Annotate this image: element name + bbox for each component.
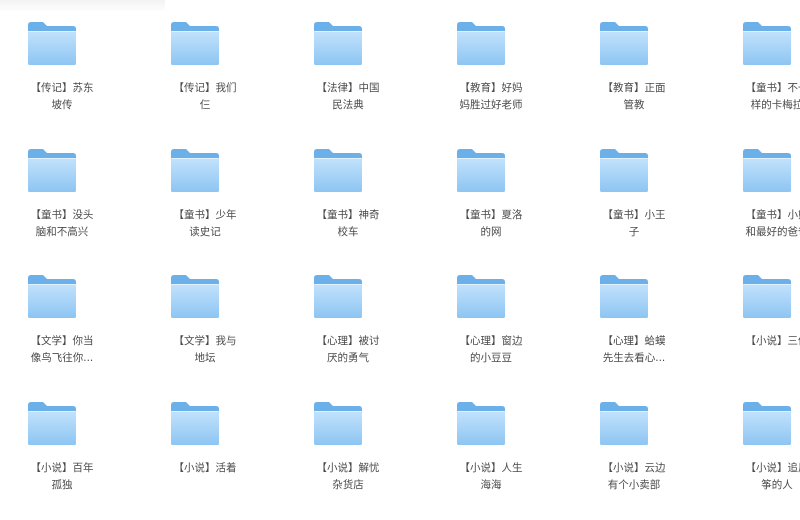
folder-icon — [457, 22, 505, 65]
folder-label: 【童书】神奇 校车 — [316, 209, 380, 238]
folder-item-15[interactable]: 【心理】被讨 厌的勇气 — [293, 273, 403, 393]
folder-icon — [600, 275, 648, 318]
folder-item-22[interactable]: 【小说】人生 海海 — [436, 400, 546, 520]
folder-icon — [314, 275, 362, 318]
folder-item-17[interactable]: 【心理】蛤蟆 先生去看心... — [579, 273, 689, 393]
folder-item-23[interactable]: 【小说】云边 有个小卖部 — [579, 400, 689, 520]
folder-item-6[interactable]: 【童书】不一 样的卡梅拉 — [722, 20, 800, 140]
folder-icon — [743, 149, 791, 192]
folder-item-14[interactable]: 【文学】我与 地坛 — [150, 273, 260, 393]
folder-item-24[interactable]: 【小说】追风 筝的人 — [722, 400, 800, 520]
folder-icon — [171, 22, 219, 65]
folder-icon — [743, 275, 791, 318]
folder-item-3[interactable]: 【法律】中国 民法典 — [293, 20, 403, 140]
folder-icon — [457, 402, 505, 445]
folder-label: 【小说】追风 筝的人 — [745, 462, 800, 491]
folder-label: 【小说】解忧 杂货店 — [316, 462, 380, 491]
folder-item-1[interactable]: 【传记】苏东 坡传 — [7, 20, 117, 140]
folder-icon — [28, 22, 76, 65]
folder-label: 【小说】云边 有个小卖部 — [602, 462, 666, 491]
folder-icon — [600, 402, 648, 445]
folder-label: 【童书】小王 子 — [602, 209, 666, 238]
folder-label: 【小说】百年 孤独 — [30, 462, 94, 491]
folder-icon — [743, 22, 791, 65]
folder-icon — [28, 402, 76, 445]
folder-label: 【童书】夏洛 的网 — [459, 209, 523, 238]
folder-item-10[interactable]: 【童书】夏洛 的网 — [436, 147, 546, 267]
folder-icon — [457, 275, 505, 318]
folder-item-9[interactable]: 【童书】神奇 校车 — [293, 147, 403, 267]
folder-item-18[interactable]: 【小说】三体 — [722, 273, 800, 393]
folder-label: 【文学】你当 像鸟飞往你... — [30, 335, 94, 364]
folder-grid: 【传记】苏东 坡传 【传记】我们 仨 【法律】中国 民法典 【教育】好妈 妈胜过… — [0, 0, 800, 502]
folder-icon — [600, 22, 648, 65]
folder-label: 【童书】小熊 和最好的爸爸 — [745, 209, 800, 238]
folder-icon — [171, 149, 219, 192]
folder-label: 【小说】三体 — [745, 335, 800, 347]
folder-item-16[interactable]: 【心理】窗边 的小豆豆 — [436, 273, 546, 393]
folder-icon — [600, 149, 648, 192]
folder-label: 【法律】中国 民法典 — [316, 82, 380, 111]
folder-icon — [314, 402, 362, 445]
folder-label: 【教育】好妈 妈胜过好老师 — [459, 82, 523, 111]
folder-label: 【传记】我们 仨 — [173, 82, 237, 111]
folder-label: 【小说】活着 — [173, 462, 237, 474]
folder-label: 【心理】被讨 厌的勇气 — [316, 335, 380, 364]
folder-item-19[interactable]: 【小说】百年 孤独 — [7, 400, 117, 520]
folder-label: 【传记】苏东 坡传 — [30, 82, 94, 111]
folder-label: 【童书】没头 脑和不高兴 — [30, 209, 94, 238]
folder-label: 【童书】少年 读史记 — [173, 209, 237, 238]
folder-item-11[interactable]: 【童书】小王 子 — [579, 147, 689, 267]
folder-item-12[interactable]: 【童书】小熊 和最好的爸爸 — [722, 147, 800, 267]
folder-icon — [171, 275, 219, 318]
folder-icon — [314, 22, 362, 65]
folder-icon — [28, 149, 76, 192]
folder-item-4[interactable]: 【教育】好妈 妈胜过好老师 — [436, 20, 546, 140]
folder-item-20[interactable]: 【小说】活着 — [150, 400, 260, 520]
folder-icon — [457, 149, 505, 192]
folder-label: 【童书】不一 样的卡梅拉 — [745, 82, 800, 111]
folder-item-5[interactable]: 【教育】正面 管教 — [579, 20, 689, 140]
folder-item-2[interactable]: 【传记】我们 仨 — [150, 20, 260, 140]
folder-item-13[interactable]: 【文学】你当 像鸟飞往你... — [7, 273, 117, 393]
folder-label: 【心理】蛤蟆 先生去看心... — [602, 335, 666, 364]
folder-icon — [314, 149, 362, 192]
folder-icon — [28, 275, 76, 318]
folder-item-7[interactable]: 【童书】没头 脑和不高兴 — [7, 147, 117, 267]
folder-label: 【小说】人生 海海 — [459, 462, 523, 491]
folder-icon — [743, 402, 791, 445]
folder-label: 【心理】窗边 的小豆豆 — [459, 335, 523, 364]
folder-label: 【文学】我与 地坛 — [173, 335, 237, 364]
folder-item-8[interactable]: 【童书】少年 读史记 — [150, 147, 260, 267]
folder-item-21[interactable]: 【小说】解忧 杂货店 — [293, 400, 403, 520]
folder-icon — [171, 402, 219, 445]
folder-label: 【教育】正面 管教 — [602, 82, 666, 111]
